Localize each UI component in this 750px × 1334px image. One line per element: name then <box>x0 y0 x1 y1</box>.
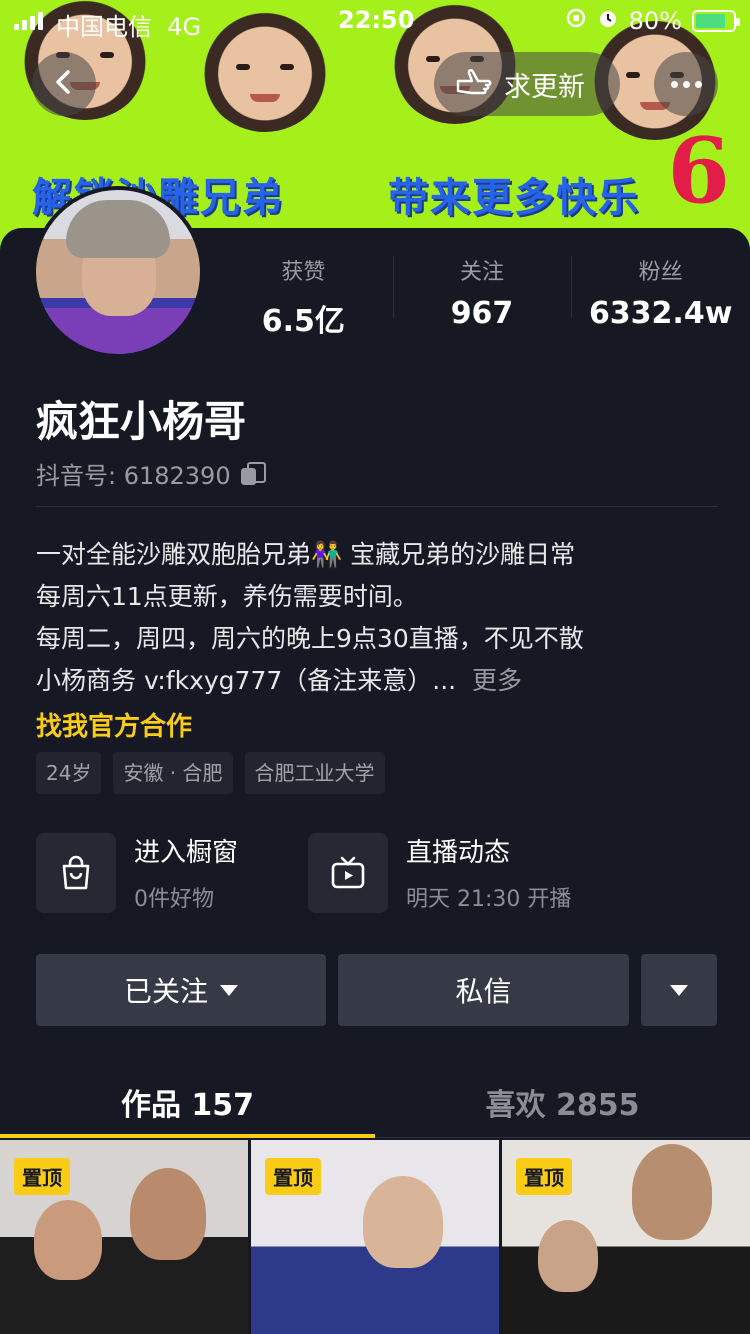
bio-line: 一对全能沙雕双胞胎兄弟👫 宝藏兄弟的沙雕日常 <box>36 540 576 569</box>
bio-more-link[interactable]: 更多 <box>472 666 522 695</box>
video-thumbnail[interactable]: 置顶 <box>251 1140 499 1334</box>
feature-cards: 进入橱窗 0件好物 直播动态 明天 21:30 开播 <box>36 832 668 913</box>
finger-point-icon <box>454 63 494 106</box>
battery-icon <box>692 10 740 32</box>
tag-age: 24岁 <box>36 752 102 794</box>
card-subtitle: 0件好物 <box>134 887 214 912</box>
alarm-icon <box>597 7 619 35</box>
stat-label: 获赞 <box>281 260 326 285</box>
more-options-button[interactable] <box>654 52 718 116</box>
content-tabs: 作品 157 喜欢 2855 <box>0 1066 750 1138</box>
followed-button[interactable]: 已关注 <box>36 954 326 1026</box>
stat-value: 6.5亿 <box>261 304 345 339</box>
stat-label: 粉丝 <box>638 260 683 285</box>
card-title: 直播动态 <box>406 838 511 868</box>
shopping-bag-icon <box>36 832 116 913</box>
back-button[interactable] <box>32 52 96 116</box>
signal-icon <box>14 12 43 30</box>
message-label: 私信 <box>455 975 512 1008</box>
tv-icon <box>308 832 388 913</box>
message-button[interactable]: 私信 <box>338 954 629 1026</box>
tab-likes[interactable]: 喜欢 2855 <box>375 1066 750 1137</box>
video-thumbnail[interactable]: 置顶 <box>502 1140 750 1334</box>
douyin-id-text: 抖音号: 6182390 <box>36 462 231 490</box>
bio-line: 每周六11点更新，养伤需要时间。 <box>36 582 418 611</box>
card-title: 进入橱窗 <box>134 838 239 868</box>
caret-down-icon <box>670 984 688 996</box>
copy-icon[interactable] <box>240 461 266 486</box>
request-update-button[interactable]: 求更新 <box>434 52 620 116</box>
stat-label: 关注 <box>460 260 505 285</box>
banner-mark: 6 <box>667 118 730 224</box>
profile-bio[interactable]: 一对全能沙雕双胞胎兄弟👫 宝藏兄弟的沙雕日常 每周六11点更新，养伤需要时间。 … <box>36 534 726 702</box>
carrier-label: 中国电信 4G <box>56 13 202 41</box>
card-subtitle: 明天 21:30 开播 <box>406 887 572 912</box>
douyin-id[interactable]: 抖音号: 6182390 <box>36 456 266 491</box>
stat-following[interactable]: 关注 967 <box>392 250 572 340</box>
recommend-dropdown-button[interactable] <box>641 954 717 1026</box>
stat-value: 967 <box>450 296 514 331</box>
bio-line: 小杨商务 v:fkxyg777（备注来意）... 更多 <box>36 666 523 695</box>
stat-followers[interactable]: 粉丝 6332.4w <box>571 250 750 340</box>
shop-window-card[interactable]: 进入橱窗 0件好物 <box>36 832 308 913</box>
battery-percent: 80% <box>628 7 682 35</box>
orientation-lock-icon <box>565 7 587 35</box>
caret-down-icon <box>220 984 238 996</box>
video-thumbnail[interactable]: 置顶 <box>0 1140 248 1334</box>
stat-likes[interactable]: 获赞 6.5亿 <box>214 250 393 340</box>
status-bar: 中国电信 4G 22:50 80% <box>0 0 750 41</box>
banner-text-right: 带来更多快乐 <box>388 175 640 221</box>
pinned-badge: 置顶 <box>14 1158 70 1195</box>
live-schedule-card[interactable]: 直播动态 明天 21:30 开播 <box>308 832 668 913</box>
action-buttons: 已关注 私信 <box>36 954 718 1026</box>
avatar[interactable] <box>32 186 204 358</box>
tab-works[interactable]: 作品 157 <box>0 1066 375 1138</box>
request-update-label: 求更新 <box>504 71 585 103</box>
profile-tags: 24岁 安徽 · 合肥 合肥工业大学 <box>36 752 385 794</box>
clock: 22:50 <box>338 6 415 34</box>
followed-label: 已关注 <box>123 975 208 1008</box>
profile-stats: 获赞 6.5亿 关注 967 粉丝 6332.4w <box>214 250 750 340</box>
stat-value: 6332.4w <box>588 296 733 331</box>
pinned-badge: 置顶 <box>265 1158 321 1195</box>
bio-line: 每周二，周四，周六的晚上9点30直播，不见不散 <box>36 624 584 653</box>
pinned-badge: 置顶 <box>516 1158 572 1195</box>
divider <box>36 506 718 507</box>
tag-school: 合肥工业大学 <box>244 752 385 794</box>
video-grid: 置顶 置顶 置顶 <box>0 1140 750 1334</box>
official-collab-link[interactable]: 找我官方合作 <box>36 706 192 743</box>
tag-location: 安徽 · 合肥 <box>113 752 233 794</box>
profile-name: 疯狂小杨哥 <box>36 397 247 446</box>
chevron-left-icon <box>50 68 78 100</box>
